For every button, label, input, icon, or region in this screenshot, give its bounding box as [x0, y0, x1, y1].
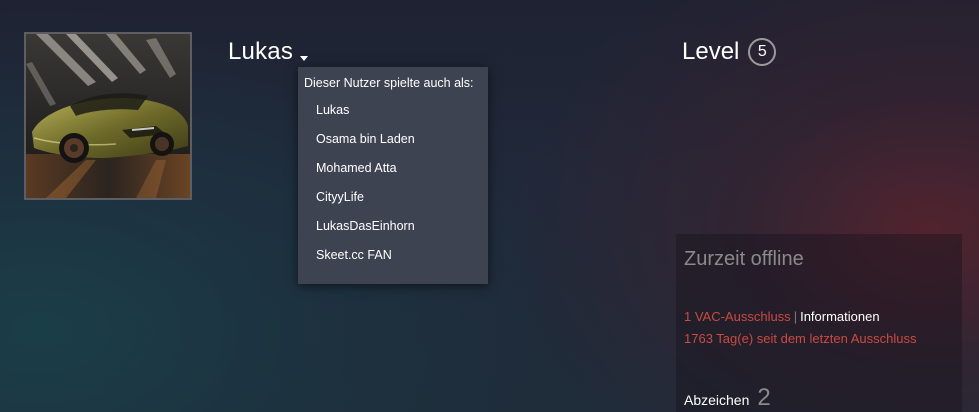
alias-item[interactable]: Lukas — [298, 96, 488, 125]
alias-item[interactable]: LukasDasEinhorn — [298, 212, 488, 241]
alias-list: Lukas Osama bin Laden Mohamed Atta Cityy… — [298, 96, 488, 270]
status-panel: Zurzeit offline 1 VAC-Ausschluss | Informa… — [676, 234, 962, 412]
badges-label[interactable]: Abzeichen — [684, 392, 749, 408]
persona-name-dropdown[interactable]: Lukas — [228, 38, 309, 66]
alias-item[interactable]: CityyLife — [298, 183, 488, 212]
alias-dropdown-header: Dieser Nutzer spielte auch als: — [304, 76, 474, 90]
badges-count[interactable]: 2 — [757, 384, 770, 412]
ban-separator: | — [793, 309, 798, 324]
car-avatar-image — [26, 34, 190, 198]
level-display: Level 5 — [682, 38, 777, 66]
online-status: Zurzeit offline — [684, 248, 804, 270]
level-badge[interactable]: 5 — [748, 38, 777, 66]
level-label: Level — [682, 38, 740, 65]
days-since-ban: 1763 Tag(e) seit dem letzten Ausschluss — [684, 331, 917, 346]
alias-item[interactable]: Osama bin Laden — [298, 125, 488, 154]
alias-dropdown: Dieser Nutzer spielte auch als: Lukas Os… — [298, 67, 488, 284]
vac-ban-count: 1 VAC-Ausschluss — [684, 309, 791, 324]
badges-row[interactable]: Abzeichen 2 — [684, 384, 771, 412]
vac-ban-line: 1 VAC-Ausschluss | Informationen — [684, 309, 880, 324]
chevron-down-icon[interactable] — [300, 55, 309, 61]
avatar[interactable] — [24, 32, 192, 200]
alias-item[interactable]: Skeet.cc FAN — [298, 241, 488, 270]
ban-info-link[interactable]: Informationen — [800, 309, 880, 324]
alias-item[interactable]: Mohamed Atta — [298, 154, 488, 183]
persona-name[interactable]: Lukas — [228, 38, 293, 66]
